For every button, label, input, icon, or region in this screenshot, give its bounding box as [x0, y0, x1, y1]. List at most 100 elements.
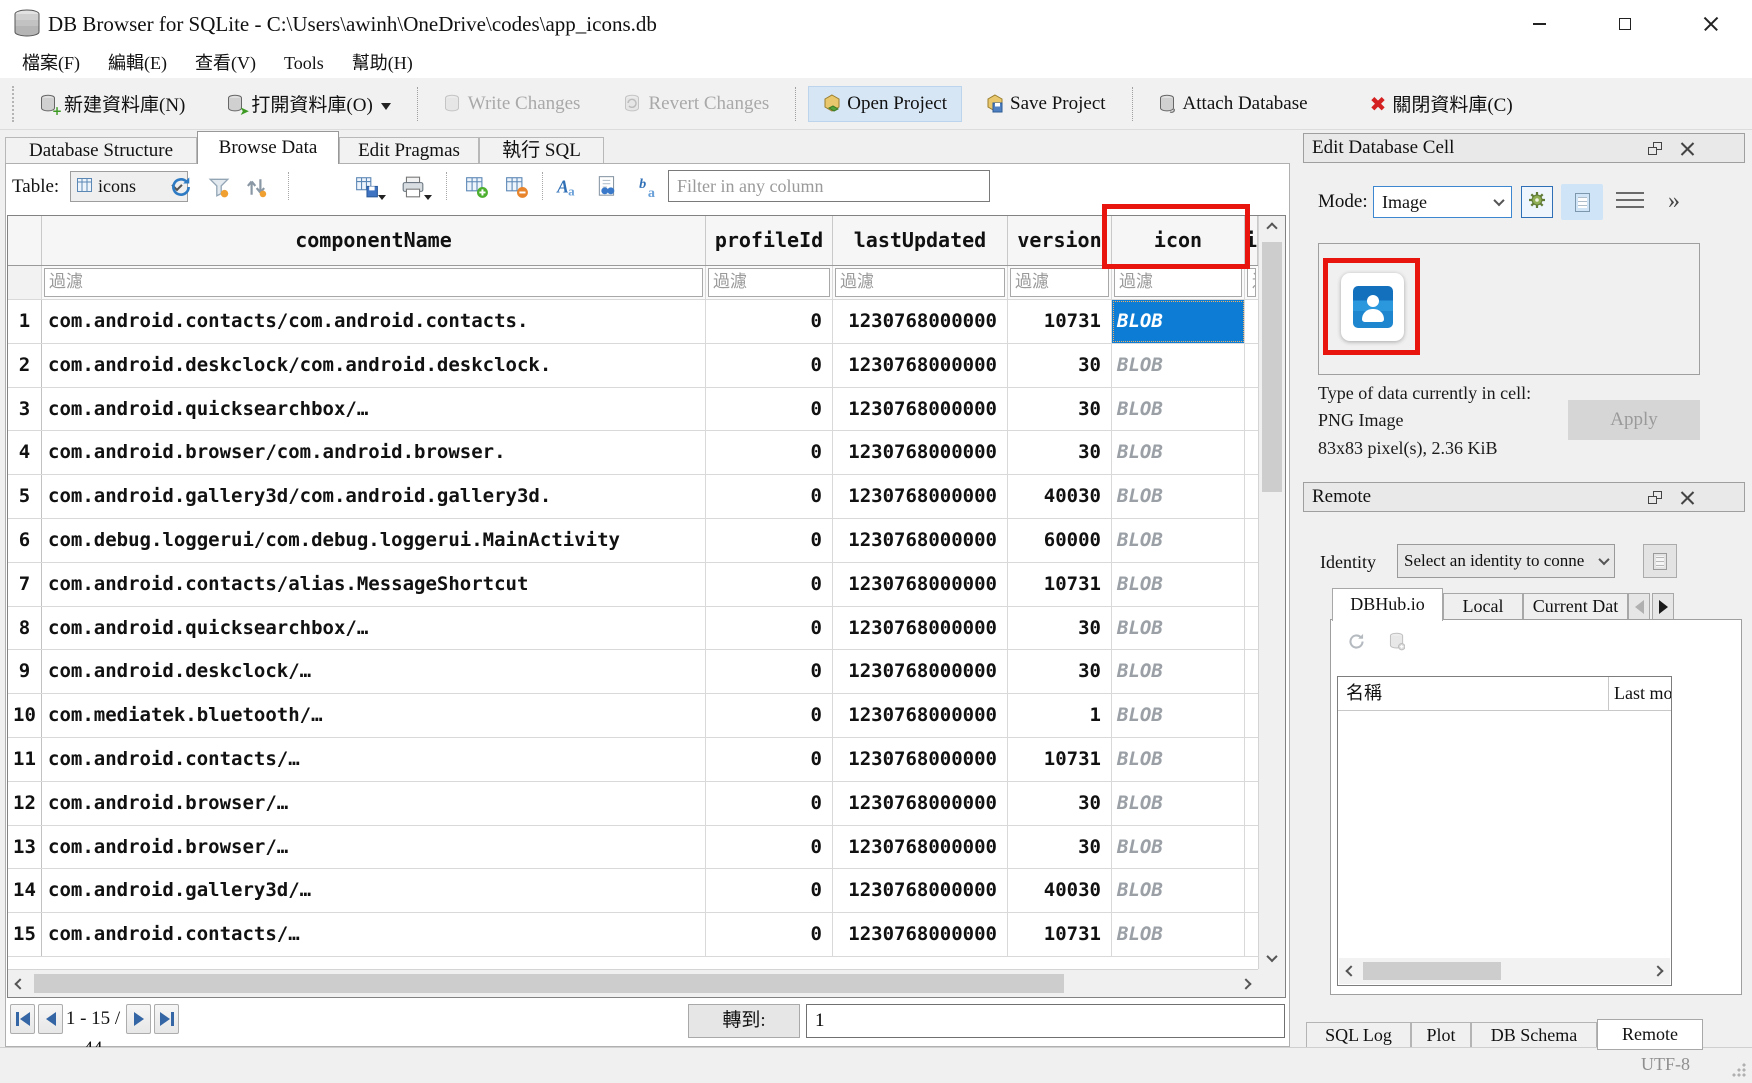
clear-all-filters-icon[interactable]: [204, 172, 234, 202]
remote-tab-dbhub[interactable]: DBHub.io: [1332, 588, 1443, 621]
remote-horizontal-scrollbar[interactable]: [1339, 958, 1670, 984]
filter-version[interactable]: 過濾: [1010, 268, 1109, 297]
cell-profileId[interactable]: 0: [706, 694, 833, 737]
sort-icon[interactable]: [241, 172, 271, 202]
new-database-button[interactable]: + 新建資料庫(N): [26, 84, 199, 123]
scroll-down-icon[interactable]: [1260, 946, 1284, 970]
cell-profileId[interactable]: 0: [706, 913, 833, 956]
remote-list-header-last-modified[interactable]: Last mo: [1609, 677, 1671, 710]
cell-lastUpdated[interactable]: 1230768000000: [833, 388, 1008, 431]
row-number[interactable]: 6: [8, 519, 42, 562]
find-in-table-icon[interactable]: [592, 172, 622, 202]
cell-icon-blob[interactable]: BLOB: [1112, 782, 1245, 825]
cell-version[interactable]: 1: [1008, 694, 1112, 737]
encoding-selector[interactable]: UTF-8: [1641, 1054, 1690, 1075]
clone-database-icon[interactable]: [1389, 632, 1405, 656]
scroll-left-icon[interactable]: [8, 972, 32, 996]
menu-view[interactable]: 查看(V): [181, 48, 270, 78]
filter-icon[interactable]: 過濾: [1114, 268, 1242, 297]
cell-icon-blob[interactable]: BLOB: [1112, 388, 1245, 431]
cell-icon-blob[interactable]: BLOB: [1112, 344, 1245, 387]
cell-profileId[interactable]: 0: [706, 344, 833, 387]
refresh-icon[interactable]: [166, 172, 196, 202]
remote-scrollbar-thumb[interactable]: [1363, 962, 1501, 980]
filter-componentName[interactable]: 過濾: [44, 268, 703, 297]
cell-version[interactable]: 10731: [1008, 913, 1112, 956]
insert-record-icon[interactable]: [462, 172, 492, 202]
cell-componentName[interactable]: com.android.contacts/alias.MessageShortc…: [42, 563, 706, 606]
horizontal-scrollbar[interactable]: [8, 969, 1258, 997]
cell-componentName[interactable]: com.android.deskclock/com.android.deskcl…: [42, 344, 706, 387]
cell-profileId[interactable]: 0: [706, 650, 833, 693]
text-view-button[interactable]: [1561, 184, 1603, 220]
minimize-button[interactable]: [1510, 0, 1568, 48]
row-number[interactable]: 13: [8, 826, 42, 869]
cell-version[interactable]: 30: [1008, 344, 1112, 387]
row-number[interactable]: 3: [8, 388, 42, 431]
remote-refresh-icon[interactable]: [1347, 632, 1366, 656]
cell-profileId[interactable]: 0: [706, 782, 833, 825]
cell-profileId[interactable]: 0: [706, 519, 833, 562]
save-project-button[interactable]: Save Project: [972, 87, 1120, 121]
remote-list-header-name[interactable]: 名稱: [1338, 677, 1609, 710]
row-number[interactable]: 12: [8, 782, 42, 825]
dock-close-icon[interactable]: [1680, 490, 1695, 505]
cell-lastUpdated[interactable]: 1230768000000: [833, 344, 1008, 387]
menu-help[interactable]: 幫助(H): [338, 48, 427, 78]
row-number[interactable]: 4: [8, 431, 42, 474]
remote-tab-local[interactable]: Local: [1443, 593, 1523, 620]
cell-profileId[interactable]: 0: [706, 475, 833, 518]
vertical-scrollbar[interactable]: [1258, 216, 1285, 970]
filter-partial[interactable]: 過濾: [1247, 268, 1256, 297]
font-icon[interactable]: Aa: [552, 172, 582, 202]
goto-row-input[interactable]: [806, 1004, 1285, 1038]
bottom-tab-plot[interactable]: Plot: [1411, 1022, 1471, 1049]
cell-lastUpdated[interactable]: 1230768000000: [833, 782, 1008, 825]
bottom-tab-remote[interactable]: Remote: [1597, 1019, 1703, 1050]
dock-float-icon[interactable]: [1648, 491, 1662, 504]
scroll-right-icon[interactable]: [1646, 959, 1670, 983]
print-icon[interactable]: [398, 172, 428, 202]
filter-profileId[interactable]: 過濾: [708, 268, 830, 297]
dock-float-icon[interactable]: [1648, 142, 1662, 155]
filter-lastUpdated[interactable]: 過濾: [835, 268, 1005, 297]
cell-icon-blob[interactable]: BLOB: [1112, 300, 1245, 343]
row-number[interactable]: 2: [8, 344, 42, 387]
cell-lastUpdated[interactable]: 1230768000000: [833, 300, 1008, 343]
row-number[interactable]: 10: [8, 694, 42, 737]
identity-selector[interactable]: Select an identity to conne: [1397, 544, 1615, 578]
attach-database-button[interactable]: Attach Database: [1145, 87, 1322, 121]
horizontal-scrollbar-thumb[interactable]: [34, 974, 1064, 993]
tab-browse-data[interactable]: Browse Data: [197, 131, 339, 164]
row-number[interactable]: 8: [8, 607, 42, 650]
cell-componentName[interactable]: com.android.quicksearchbox/…: [42, 388, 706, 431]
header-icon[interactable]: icon: [1112, 216, 1245, 265]
cell-componentName[interactable]: com.android.contacts/…: [42, 738, 706, 781]
first-page-button[interactable]: [10, 1004, 35, 1034]
cell-profileId[interactable]: 0: [706, 607, 833, 650]
filter-any-column-input[interactable]: [668, 170, 990, 202]
cell-version[interactable]: 30: [1008, 826, 1112, 869]
maximize-button[interactable]: [1596, 0, 1654, 48]
cell-lastUpdated[interactable]: 1230768000000: [833, 475, 1008, 518]
cell-icon-blob[interactable]: BLOB: [1112, 431, 1245, 474]
cell-profileId[interactable]: 0: [706, 869, 833, 912]
word-wrap-icon[interactable]: [1616, 192, 1644, 212]
bottom-tab-db-schema[interactable]: DB Schema: [1471, 1022, 1597, 1049]
close-button[interactable]: [1682, 0, 1740, 48]
cell-profileId[interactable]: 0: [706, 388, 833, 431]
previous-page-button[interactable]: [38, 1004, 63, 1034]
goto-button[interactable]: 轉到:: [688, 1004, 800, 1038]
blob-image-thumbnail[interactable]: [1341, 273, 1404, 341]
tab-database-structure[interactable]: Database Structure: [5, 137, 197, 164]
cell-icon-blob[interactable]: BLOB: [1112, 913, 1245, 956]
cell-icon-blob[interactable]: BLOB: [1112, 607, 1245, 650]
cell-profileId[interactable]: 0: [706, 738, 833, 781]
remote-tab-current-database[interactable]: Current Dat: [1523, 593, 1628, 620]
open-database-button[interactable]: ➤ 打開資料庫(O): [213, 84, 404, 123]
next-page-button[interactable]: [126, 1004, 151, 1034]
cell-icon-blob[interactable]: BLOB: [1112, 519, 1245, 562]
cell-icon-blob[interactable]: BLOB: [1112, 694, 1245, 737]
cell-version[interactable]: 30: [1008, 650, 1112, 693]
cell-icon-blob[interactable]: BLOB: [1112, 826, 1245, 869]
